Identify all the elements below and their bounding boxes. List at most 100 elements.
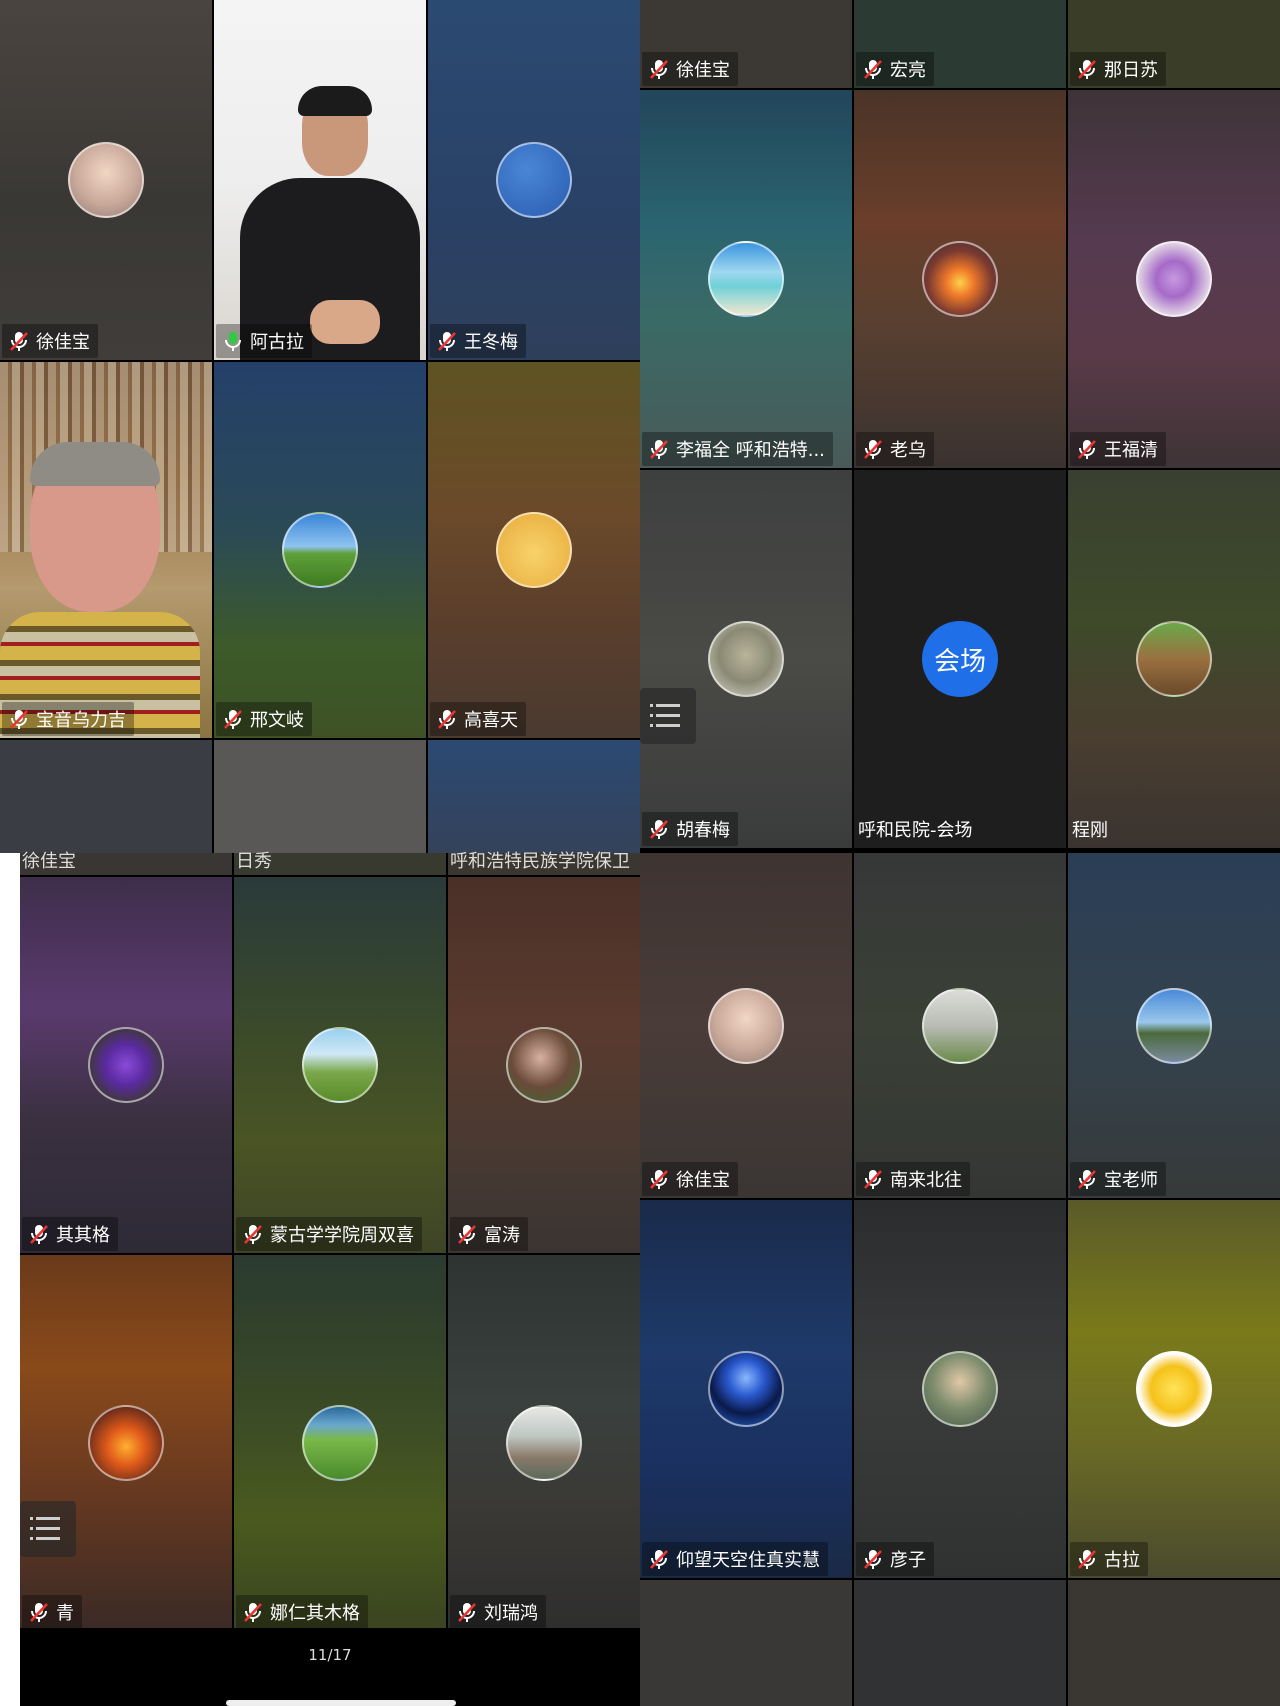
video-tile[interactable]: 宝音乌力吉 xyxy=(0,362,212,738)
video-tile[interactable]: 王福清 xyxy=(1068,90,1280,468)
video-tile-partial[interactable] xyxy=(428,740,640,853)
participant-name: 那日苏 xyxy=(1104,60,1158,81)
participant-label: 邢文岐 xyxy=(216,702,312,736)
participant-name: 仰望天空住真实慧 xyxy=(676,1550,820,1571)
participant-list-button[interactable] xyxy=(640,688,696,744)
video-tile-partial[interactable] xyxy=(1068,1580,1280,1706)
home-indicator[interactable] xyxy=(226,1700,456,1706)
participant-name: 其其格 xyxy=(56,1225,110,1246)
participant-name: 程刚 xyxy=(1072,820,1108,841)
video-tile[interactable]: 徐佳宝 xyxy=(0,0,212,360)
participant-label: 王冬梅 xyxy=(430,324,526,358)
participant-avatar xyxy=(922,1351,998,1427)
video-tile-partial[interactable]: 日秀 xyxy=(234,851,446,875)
video-tile[interactable]: 李福全 呼和浩特... xyxy=(640,90,852,468)
video-tile[interactable]: 高喜天 xyxy=(428,362,640,738)
participant-label: 徐佳宝 xyxy=(2,324,98,358)
participant-name: 李福全 呼和浩特... xyxy=(676,440,825,461)
muted-mic-icon xyxy=(458,1603,476,1622)
muted-mic-icon xyxy=(650,820,668,839)
video-tile[interactable]: 仰望天空住真实慧 xyxy=(640,1200,852,1578)
participant-avatar xyxy=(1136,621,1212,697)
participant-name: 富涛 xyxy=(484,1225,520,1246)
participant-name: 徐佳宝 xyxy=(676,1170,730,1191)
video-tile[interactable]: 程刚 xyxy=(1068,470,1280,848)
video-tile[interactable]: 宝老师 xyxy=(1068,853,1280,1198)
participant-label: 老乌 xyxy=(856,432,934,466)
participant-label: 呼和民院-会场 xyxy=(856,812,981,846)
video-tile[interactable]: 邢文岐 xyxy=(214,362,426,738)
video-tile-partial[interactable] xyxy=(0,740,212,853)
muted-mic-icon xyxy=(10,710,28,729)
video-tile[interactable]: 彦子 xyxy=(854,1200,1066,1578)
participant-avatar xyxy=(496,142,572,218)
participant-avatar xyxy=(302,1405,378,1481)
participant-label: 其其格 xyxy=(22,1217,118,1251)
video-tile[interactable]: 王冬梅 xyxy=(428,0,640,360)
participant-avatar xyxy=(68,142,144,218)
participant-avatar xyxy=(506,1405,582,1481)
participant-list-button[interactable] xyxy=(20,1501,76,1557)
participant-name: 王福清 xyxy=(1104,440,1158,461)
participant-name: 呼和浩特民族学院保卫 xyxy=(450,851,630,872)
participant-avatar xyxy=(88,1405,164,1481)
muted-mic-icon xyxy=(30,1603,48,1622)
participant-label: 阿古拉 xyxy=(216,324,312,358)
participant-label: 刘瑞鸿 xyxy=(450,1595,546,1629)
muted-mic-icon xyxy=(224,710,242,729)
video-tile-partial[interactable]: 那日苏 xyxy=(1068,0,1280,88)
video-tile[interactable]: 南来北往 xyxy=(854,853,1066,1198)
muted-mic-icon xyxy=(864,440,882,459)
participant-avatar xyxy=(708,241,784,317)
video-tile-partial[interactable] xyxy=(640,1580,852,1706)
participant-name: 呼和民院-会场 xyxy=(858,820,973,841)
video-tile[interactable]: 娜仁其木格 xyxy=(234,1255,446,1631)
video-tile[interactable]: 富涛 xyxy=(448,877,640,1253)
participant-name: 宝老师 xyxy=(1104,1170,1158,1191)
video-tile[interactable]: 会场 呼和民院-会场 xyxy=(854,470,1066,848)
participant-avatar xyxy=(708,1351,784,1427)
video-tile[interactable]: 胡春梅 xyxy=(640,470,852,848)
video-tile-partial[interactable] xyxy=(214,740,426,853)
video-tile[interactable]: 徐佳宝 xyxy=(640,853,852,1198)
video-tile-partial[interactable] xyxy=(854,1580,1066,1706)
muted-mic-icon xyxy=(1078,440,1096,459)
participant-label: 宏亮 xyxy=(856,52,934,86)
participant-avatar xyxy=(88,1027,164,1103)
video-tile[interactable]: 青 xyxy=(20,1255,232,1631)
video-tile-partial[interactable]: 徐佳宝 xyxy=(640,0,852,88)
participant-label: 蒙古学学院周双喜 xyxy=(236,1217,422,1251)
participant-name: 宏亮 xyxy=(890,60,926,81)
video-tile-partial[interactable]: 宏亮 xyxy=(854,0,1066,88)
muted-mic-icon xyxy=(458,1225,476,1244)
video-tile[interactable]: 其其格 xyxy=(20,877,232,1253)
video-tile-partial[interactable]: 呼和浩特民族学院保卫 xyxy=(448,851,640,875)
video-tile[interactable]: 刘瑞鸿 xyxy=(448,1255,640,1631)
participant-avatar xyxy=(506,1027,582,1103)
muted-mic-icon xyxy=(650,1170,668,1189)
video-tile[interactable]: 蒙古学学院周双喜 xyxy=(234,877,446,1253)
participant-name: 徐佳宝 xyxy=(676,60,730,81)
participant-avatar xyxy=(708,987,784,1064)
participant-name: 古拉 xyxy=(1104,1550,1140,1571)
video-tile[interactable]: 古拉 xyxy=(1068,1200,1280,1578)
participant-name: 宝音乌力吉 xyxy=(36,710,126,731)
participant-name: 王冬梅 xyxy=(464,332,518,353)
participant-name: 南来北往 xyxy=(890,1170,962,1191)
video-tile[interactable]: 老乌 xyxy=(854,90,1066,468)
video-tile[interactable]: 阿古拉 xyxy=(214,0,426,360)
participant-avatar xyxy=(1136,241,1212,317)
participant-label: 徐佳宝 xyxy=(642,52,738,86)
participant-label: 彦子 xyxy=(856,1542,934,1576)
participant-label: 娜仁其木格 xyxy=(236,1595,368,1629)
muted-mic-icon xyxy=(1078,1170,1096,1189)
participant-name: 高喜天 xyxy=(464,710,518,731)
participant-label: 王福清 xyxy=(1070,432,1166,466)
participant-avatar xyxy=(282,512,358,588)
participant-label: 程刚 xyxy=(1070,812,1116,846)
participant-label: 古拉 xyxy=(1070,1542,1148,1576)
video-tile-partial[interactable]: 徐佳宝 xyxy=(20,851,232,875)
muted-mic-icon xyxy=(864,60,882,79)
participant-avatar xyxy=(922,241,998,317)
participant-label: 胡春梅 xyxy=(642,812,738,846)
